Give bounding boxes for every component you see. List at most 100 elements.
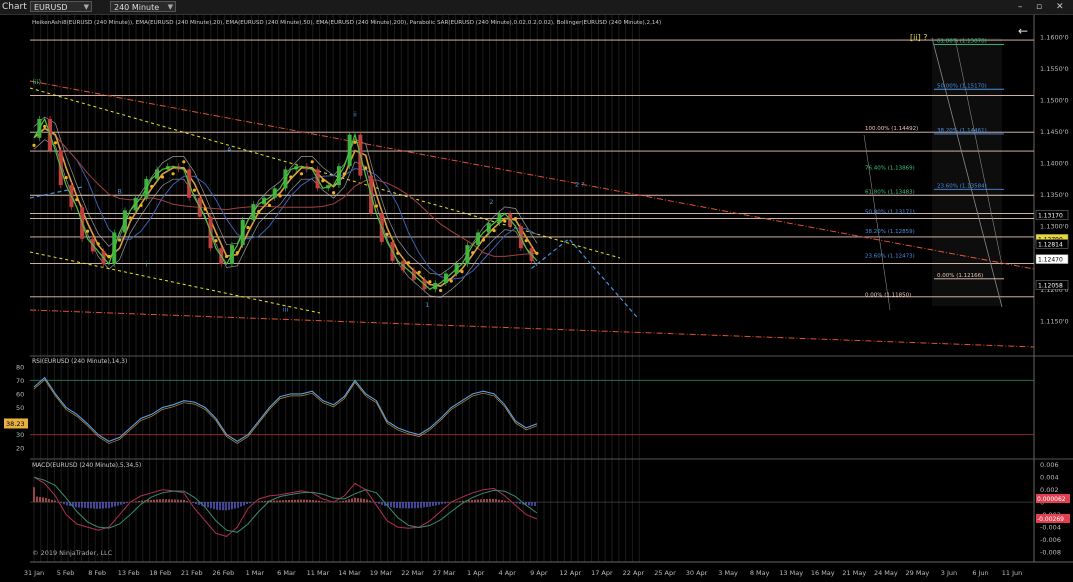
macd-panel: 0.0060.0040.0020-0.002-0.004-0.006-0.008… [30, 461, 1070, 557]
sar-dot [342, 172, 346, 176]
macd-tick-label: -0.004 [1040, 524, 1061, 532]
price-tick-label: 1.1150'0 [1040, 317, 1069, 325]
x-tick-label: 19 Mar [370, 569, 393, 577]
rsi-current-label: 38.23 [6, 420, 25, 428]
price-tick-label: 1.1350'0 [1040, 191, 1069, 199]
maximize-button[interactable]: ▫ [1036, 1, 1042, 13]
sar-dot [513, 216, 518, 221]
wave-label: A [227, 146, 232, 154]
channel-yellow-lower [29, 251, 321, 314]
sar-dot [439, 288, 443, 293]
x-tick-label: 8 May [750, 569, 770, 577]
fib-label-right: 38.20% (1.14461) [937, 128, 987, 134]
x-tick-label: 14 Mar [338, 569, 361, 577]
x-tick-label: 3 May [718, 569, 738, 577]
x-tick-label: 29 May [906, 569, 930, 577]
rsi-tick-label: 70 [16, 377, 24, 385]
x-tick-label: 9 Apr [530, 569, 548, 577]
copyright-text: © 2019 NinjaTrader, LLC [32, 549, 113, 557]
fib-label-left: 23.60% (1.12473) [865, 253, 915, 259]
x-tick-label: 3 Jun [941, 569, 957, 577]
sar-dot [535, 251, 539, 255]
x-tick-label: 11 Jun [1002, 569, 1023, 577]
sar-dot [449, 279, 453, 283]
rsi-title: RSI(EURUSD (240 Minute),14,3) [32, 358, 127, 365]
minimize-button[interactable]: – [1018, 1, 1023, 13]
instrument-value: EURUSD [34, 3, 68, 12]
vertical-grid [33, 15, 640, 562]
sar-dot [310, 160, 314, 164]
x-tick-label: 13 May [779, 569, 803, 577]
rsi-tick-label: 60 [16, 390, 24, 398]
x-tick-label: 13 Feb [118, 569, 140, 577]
rsi-tick-label: 50 [16, 404, 24, 412]
sar-dot [396, 251, 400, 255]
indicator-title: HeikenAshi8(EURUSD (240 Minute)), EMA(EU… [32, 20, 661, 26]
x-tick-label: 22 Mar [401, 569, 424, 577]
sar-dot [428, 280, 432, 284]
fib-label-right: 61.80% (1.15878) [937, 39, 987, 45]
sar-dot [492, 228, 496, 233]
sar-dot [171, 172, 175, 176]
instrument-selector[interactable]: EURUSD ▼ [30, 1, 92, 12]
interval-value: 240 Minute [114, 3, 160, 12]
fib-trend-line [863, 134, 891, 311]
x-tick-label: 1 Apr [467, 569, 485, 577]
time-axis: 31 Jan 5 Feb 8 Feb 13 Feb 18 Feb 21 Feb 26 Feb… [24, 569, 1022, 577]
macd-title: MACD(EURUSD (240 Minute),5,34,5) [32, 462, 141, 469]
sar-dot [53, 141, 58, 145]
x-tick-label: 31 Jan [24, 569, 44, 577]
x-tick-label: 25 Apr [654, 569, 676, 577]
interval-selector[interactable]: 240 Minute ▼ [110, 1, 176, 12]
sar-dot [139, 203, 143, 207]
sar-dot [289, 175, 293, 179]
price-tick-label: 1.1550'0 [1040, 65, 1069, 73]
x-tick-label: 24 May [874, 569, 898, 577]
sar-dot [353, 140, 357, 144]
wave-label: (ii) [32, 78, 41, 86]
price-label: 1.12058 [1038, 282, 1063, 289]
wave-label: 1 [425, 301, 429, 309]
price-tick-label: 1.1450'0 [1040, 128, 1069, 136]
sar-dot [481, 238, 485, 242]
wave-label: i [145, 261, 147, 269]
fib-label-right: 23.60% (1.13584) [937, 183, 987, 189]
price-tick-label: 1.1600'0 [1040, 33, 1069, 41]
fib-label-left: 61.80% (1.13483) [865, 190, 915, 196]
price-tick-label: 1.1300'0 [1040, 223, 1069, 231]
x-tick-label: 11 Mar [307, 569, 330, 577]
sar-dot [182, 160, 186, 164]
sar-dot [299, 172, 304, 176]
sar-dot [192, 188, 197, 192]
close-button[interactable]: ✕ [1056, 1, 1064, 13]
x-tick-label: 17 Apr [591, 569, 613, 577]
price-tick-label: 1.1500'0 [1040, 96, 1069, 104]
sar-dot [417, 270, 421, 274]
macd-label: -0.00269 [1037, 516, 1064, 523]
chart-canvas[interactable]: HeikenAshi8(EURUSD (240 Minute)), EMA(EU… [0, 15, 1073, 582]
wave-label-ii: [ii] ? [910, 33, 927, 42]
macd-tick-label: -0.006 [1040, 536, 1061, 544]
sar-dot [150, 184, 154, 189]
fib-label-left: 38.20% (1.12859) [865, 229, 915, 235]
back-arrow-icon[interactable]: ← [1018, 24, 1028, 38]
x-tick-label: 27 Mar [433, 569, 456, 577]
sar-dot [278, 194, 282, 198]
sar-dot [203, 207, 207, 211]
rsi-tick-label: 80 [16, 363, 24, 371]
fib-label-left: 0.00% (1.11850) [865, 293, 911, 299]
x-tick-label: 16 May [811, 569, 835, 577]
price-tick-label: 1.1400'0 [1040, 160, 1069, 168]
x-tick-label: 6 Jun [972, 569, 988, 577]
channel-upper-line [29, 80, 1035, 270]
x-tick-label: 1 Mar [246, 569, 265, 577]
x-tick-label: 22 Apr [623, 569, 645, 577]
macd-label: 0.000062 [1037, 496, 1066, 503]
sar-dot [524, 239, 528, 243]
x-tick-label: 5 Feb [57, 569, 75, 577]
sar-dot [32, 143, 36, 148]
x-tick-label: 30 Apr [686, 569, 708, 577]
toolbar: Chart EURUSD ▼ 240 Minute ▼ – ▫ ✕ [0, 0, 1073, 15]
sar-dot [43, 124, 47, 129]
chart-tab[interactable]: Chart [2, 1, 27, 13]
